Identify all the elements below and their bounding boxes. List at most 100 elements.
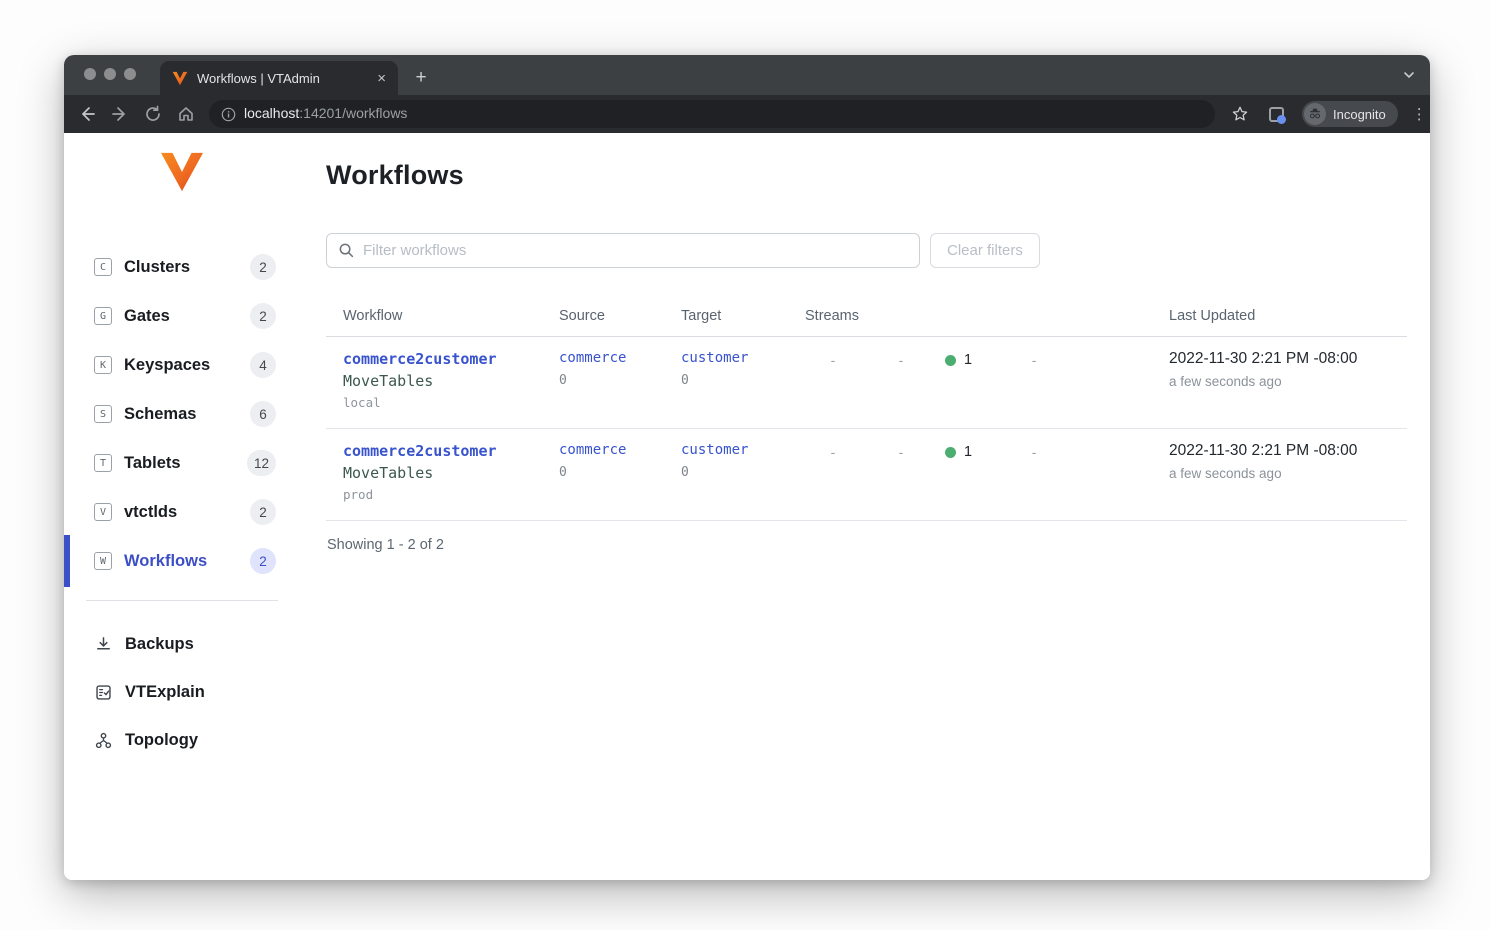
window-close-button[interactable] bbox=[84, 68, 96, 80]
incognito-icon bbox=[1304, 103, 1326, 125]
window-minimize-button[interactable] bbox=[104, 68, 116, 80]
streams-cell: - - 1 - bbox=[805, 350, 1169, 370]
window-zoom-button[interactable] bbox=[124, 68, 136, 80]
download-icon bbox=[94, 635, 113, 654]
sidebar-item-clusters[interactable]: C Clusters 2 bbox=[64, 249, 326, 285]
back-icon[interactable] bbox=[77, 104, 97, 124]
streams-running-count: 1 bbox=[964, 444, 972, 460]
keyspaces-icon: K bbox=[94, 356, 112, 374]
count-badge: 2 bbox=[250, 303, 276, 329]
filter-row: Clear filters bbox=[326, 233, 1407, 268]
results-summary: Showing 1 - 2 of 2 bbox=[326, 537, 1407, 553]
source-keyspace-link[interactable]: commerce bbox=[559, 350, 681, 366]
sidebar-item-vtexplain[interactable]: VTExplain bbox=[64, 674, 326, 710]
sidebar-item-backups[interactable]: Backups bbox=[64, 626, 326, 662]
window-controls[interactable] bbox=[84, 68, 136, 80]
stream-running-dot bbox=[945, 355, 956, 366]
sidebar-item-gates[interactable]: G Gates 2 bbox=[64, 298, 326, 334]
sidebar-item-label: VTExplain bbox=[125, 683, 205, 702]
sidebar-item-schemas[interactable]: S Schemas 6 bbox=[64, 396, 326, 432]
source-cell: commerce 0 bbox=[559, 350, 681, 410]
last-updated-timestamp: 2022-11-30 2:21 PM -08:00 bbox=[1169, 442, 1407, 460]
tab-close-icon[interactable]: × bbox=[377, 71, 386, 86]
sidebar-item-label: Backups bbox=[125, 635, 194, 654]
col-header-last-updated: Last Updated bbox=[1169, 302, 1407, 336]
topology-icon bbox=[94, 731, 113, 750]
count-badge: 4 bbox=[250, 352, 276, 378]
last-updated-cell: 2022-11-30 2:21 PM -08:00 a few seconds … bbox=[1169, 442, 1407, 502]
schemas-icon: S bbox=[94, 405, 112, 423]
target-keyspace-link[interactable]: customer bbox=[681, 350, 805, 366]
browser-tab[interactable]: Workflows | VTAdmin × bbox=[160, 61, 398, 95]
sidebar-item-label: Clusters bbox=[124, 258, 190, 277]
sidebar-item-workflows[interactable]: W Workflows 2 bbox=[64, 543, 326, 579]
url-path: :14201/workflows bbox=[299, 105, 407, 121]
count-badge: 2 bbox=[250, 548, 276, 574]
stream-running-dot bbox=[945, 447, 956, 458]
bookmark-star-icon[interactable] bbox=[1231, 105, 1249, 123]
side-panel-extension-icon[interactable] bbox=[1269, 107, 1284, 122]
sidebar-nav: C Clusters 2 G Gates 2 K Keyspaces 4 S S… bbox=[64, 249, 326, 579]
reload-icon[interactable] bbox=[143, 104, 163, 124]
table-row: commerce2customer MoveTables prod commer… bbox=[326, 429, 1407, 521]
table-header-row: Workflow Source Target Streams Last Upda… bbox=[326, 302, 1407, 337]
workflows-table: Workflow Source Target Streams Last Upda… bbox=[326, 302, 1407, 553]
home-icon[interactable] bbox=[176, 104, 196, 124]
streams-cell: - - 1 - bbox=[805, 442, 1169, 462]
streams-stopped-value: - bbox=[1026, 352, 1042, 368]
workflow-type: MoveTables bbox=[343, 372, 559, 390]
col-header-streams: Streams bbox=[805, 302, 1169, 336]
browser-menu-icon[interactable]: ⋮ bbox=[1412, 112, 1420, 117]
site-info-icon[interactable] bbox=[221, 107, 236, 122]
new-tab-button[interactable]: + bbox=[408, 65, 434, 91]
sidebar-item-label: vtctlds bbox=[124, 503, 177, 522]
last-updated-relative: a few seconds ago bbox=[1169, 374, 1407, 389]
forward-icon[interactable] bbox=[110, 104, 130, 124]
count-badge: 12 bbox=[247, 450, 276, 476]
streams-copying-value: - bbox=[825, 444, 841, 460]
sidebar-item-vtctlds[interactable]: V vtctlds 2 bbox=[64, 494, 326, 530]
col-header-workflow: Workflow bbox=[326, 302, 559, 336]
vtctlds-icon: V bbox=[94, 503, 112, 521]
browser-toolbar: localhost:14201/workflows Incognito ⋮ bbox=[64, 95, 1430, 133]
vitess-logo[interactable] bbox=[158, 151, 206, 193]
sidebar: C Clusters 2 G Gates 2 K Keyspaces 4 S S… bbox=[64, 133, 326, 880]
last-updated-relative: a few seconds ago bbox=[1169, 466, 1407, 481]
chevron-down-icon[interactable] bbox=[1402, 68, 1416, 82]
source-shard: 0 bbox=[559, 465, 681, 480]
sidebar-item-label: Workflows bbox=[124, 552, 207, 571]
table-row: commerce2customer MoveTables local comme… bbox=[326, 337, 1407, 429]
workflow-link[interactable]: commerce2customer bbox=[343, 350, 559, 368]
sidebar-item-tablets[interactable]: T Tablets 12 bbox=[64, 445, 326, 481]
sidebar-item-label: Schemas bbox=[124, 405, 196, 424]
streams-error-value: - bbox=[893, 444, 909, 460]
last-updated-cell: 2022-11-30 2:21 PM -08:00 a few seconds … bbox=[1169, 350, 1407, 410]
streams-stopped-value: - bbox=[1026, 444, 1042, 460]
streams-error-value: - bbox=[893, 352, 909, 368]
workflow-type: MoveTables bbox=[343, 464, 559, 482]
sidebar-item-topology[interactable]: Topology bbox=[64, 722, 326, 758]
count-badge: 2 bbox=[250, 499, 276, 525]
workflow-link[interactable]: commerce2customer bbox=[343, 442, 559, 460]
workflow-cell: commerce2customer MoveTables prod bbox=[326, 442, 559, 502]
target-keyspace-link[interactable]: customer bbox=[681, 442, 805, 458]
url-text: localhost:14201/workflows bbox=[244, 105, 407, 123]
tab-strip: Workflows | VTAdmin × + bbox=[64, 55, 1430, 95]
count-badge: 2 bbox=[250, 254, 276, 280]
streams-copying-value: - bbox=[825, 352, 841, 368]
search-icon bbox=[338, 242, 355, 259]
sidebar-divider bbox=[86, 600, 278, 601]
address-bar[interactable]: localhost:14201/workflows bbox=[209, 100, 1215, 128]
target-cell: customer 0 bbox=[681, 442, 805, 502]
clear-filters-button[interactable]: Clear filters bbox=[930, 233, 1040, 268]
filter-input-wrap bbox=[326, 233, 920, 268]
sidebar-item-keyspaces[interactable]: K Keyspaces 4 bbox=[64, 347, 326, 383]
last-updated-timestamp: 2022-11-30 2:21 PM -08:00 bbox=[1169, 350, 1407, 368]
workflow-cluster: prod bbox=[343, 487, 559, 502]
filter-workflows-input[interactable] bbox=[326, 233, 920, 268]
browser-window: Workflows | VTAdmin × + localhost:1420 bbox=[64, 55, 1430, 880]
main-panel: Workflows Clear filters Workflow Source … bbox=[326, 133, 1430, 880]
source-keyspace-link[interactable]: commerce bbox=[559, 442, 681, 458]
clusters-icon: C bbox=[94, 258, 112, 276]
tablets-icon: T bbox=[94, 454, 112, 472]
